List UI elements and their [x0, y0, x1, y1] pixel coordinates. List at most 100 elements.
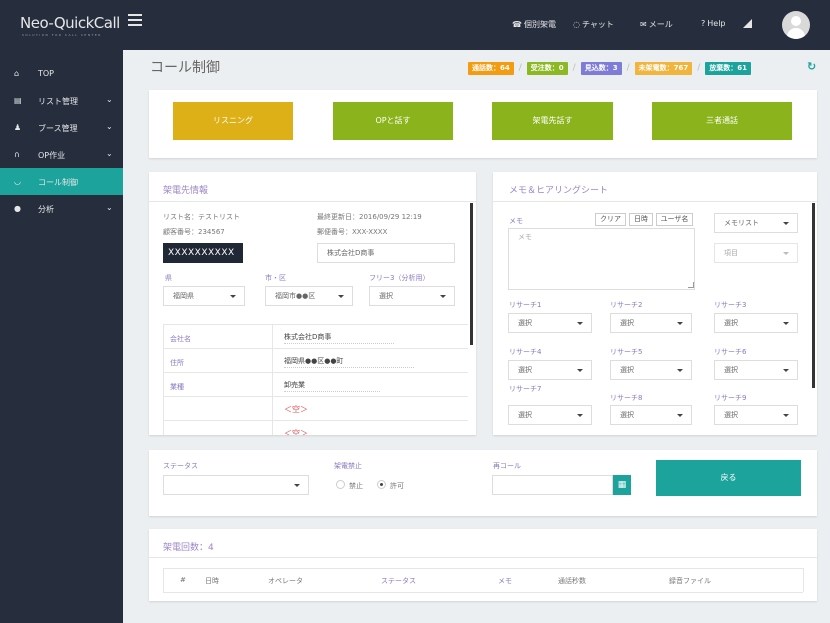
postal-code: 郵便番号：XXX-XXXX	[317, 228, 388, 236]
research-6-select[interactable]: 選択	[714, 360, 798, 380]
signal-icon	[743, 19, 752, 28]
list-icon: ▤	[14, 96, 22, 105]
memo-panel	[493, 172, 817, 435]
resize-handle-icon[interactable]	[688, 282, 694, 288]
three-way-button[interactable]: 三者通話	[652, 102, 792, 140]
page-title: コール制御	[150, 60, 220, 76]
status-label: ステータス	[163, 462, 198, 470]
chevron-down-icon: ⌄	[106, 203, 113, 212]
city-select[interactable]: 福岡市●●区	[265, 286, 353, 306]
research-1-select[interactable]: 選択	[508, 313, 592, 333]
item-select[interactable]: 項目	[714, 243, 798, 263]
sidebar-item-top[interactable]: ⌂ TOP	[0, 60, 123, 87]
pie-chart-icon: ●	[14, 204, 21, 213]
stat-abandoned: 放棄数：61	[705, 62, 752, 75]
research-5-label: リサーチ5	[610, 348, 643, 356]
research-9-label: リサーチ9	[714, 394, 747, 402]
call-ban-label: 架電禁止	[334, 462, 362, 470]
research-8-label: リサーチ8	[610, 394, 643, 402]
memo-label: メモ	[509, 217, 523, 225]
stat-calls: 通話数：64	[468, 62, 514, 75]
sidebar-item-analysis[interactable]: ● 分析 ⌄	[0, 195, 123, 222]
back-button[interactable]: 戻る	[656, 460, 801, 496]
free-select[interactable]: 選択	[369, 286, 455, 306]
city-label: 市・区	[265, 274, 286, 282]
table-row-value: ＜空＞	[284, 405, 308, 414]
sidebar-item-booth[interactable]: ♟ ブース管理 ⌄	[0, 114, 123, 141]
research-4-select[interactable]: 選択	[508, 360, 592, 380]
column-header: 録音ファイル	[669, 577, 711, 585]
logo-text: Neo-QuickCall	[20, 14, 120, 32]
research-5-select[interactable]: 選択	[610, 360, 692, 380]
sidebar: ⌂ TOP ▤ リスト管理 ⌄ ♟ ブース管理 ⌄ ∩ OP作业 ⌄ ◡ コール…	[0, 50, 123, 623]
table-row-key: 業種	[170, 383, 184, 391]
research-2-label: リサーチ2	[610, 301, 643, 309]
nav-chat[interactable]: ◌ チャット	[573, 19, 614, 30]
free-label: フリー3（分析用）	[369, 274, 430, 282]
memo-textarea[interactable]: メモ	[508, 228, 695, 290]
action-panel: リスニング OPと話す 架電先話す 三者通話	[149, 90, 817, 158]
clear-button[interactable]: クリア	[595, 213, 626, 226]
recall-date-input[interactable]	[492, 475, 613, 495]
help-icon: ?	[701, 19, 706, 28]
research-2-select[interactable]: 選択	[610, 313, 692, 333]
refresh-icon[interactable]: ↻	[807, 60, 816, 73]
table-row-value: 株式会社D商事	[284, 333, 332, 341]
research-9-select[interactable]: 選択	[714, 405, 798, 425]
list-name: リスト名：テストリスト	[163, 213, 240, 221]
stat-prospects: 見込数：3	[580, 62, 622, 75]
nav-mail[interactable]: ✉ メール	[640, 19, 673, 30]
column-header: 日時	[205, 577, 219, 585]
username-button[interactable]: ユーザ名	[656, 213, 693, 226]
research-7-select[interactable]: 選択	[508, 405, 592, 425]
ban-on-radio[interactable]	[377, 480, 386, 489]
chevron-down-icon: ⌄	[106, 149, 113, 158]
research-3-label: リサーチ3	[714, 301, 747, 309]
sidebar-item-op[interactable]: ∩ OP作业 ⌄	[0, 141, 123, 168]
table-row-value: 卸売業	[284, 381, 305, 389]
column-header: ステータス	[381, 577, 416, 585]
status-select[interactable]	[163, 475, 309, 495]
avatar[interactable]	[782, 11, 810, 39]
logo-subtitle: SOLUTION FOR CALL CENTER	[22, 33, 102, 37]
table-row-value: 福岡県●●区●●町	[284, 357, 344, 365]
column-header: オペレータ	[268, 577, 303, 585]
chat-icon: ◌	[573, 20, 580, 29]
headset-icon: ◡	[14, 177, 21, 186]
research-1-label: リサーチ1	[509, 301, 542, 309]
company-name-input[interactable]: 株式会社D商事	[317, 243, 455, 263]
headset-icon: ∩	[14, 150, 20, 159]
ban-off-radio[interactable]	[336, 480, 345, 489]
menu-toggle-icon[interactable]	[128, 14, 142, 26]
ban-on-label: 許可	[390, 482, 404, 490]
research-3-select[interactable]: 選択	[714, 313, 798, 333]
memo-list-select[interactable]: メモリスト	[714, 213, 798, 233]
table-row-key: 会社名	[170, 335, 191, 343]
nav-help[interactable]: ? Help	[701, 19, 726, 28]
callee-scrollbar[interactable]	[470, 203, 473, 345]
chevron-down-icon: ⌄	[106, 95, 113, 104]
mail-icon: ✉	[640, 20, 647, 29]
history-panel	[149, 529, 817, 601]
phone-icon: ☎	[512, 20, 522, 29]
talk-callee-button[interactable]: 架電先話す	[492, 102, 613, 140]
pref-select[interactable]: 福岡県	[163, 286, 245, 306]
memo-scrollbar[interactable]	[812, 203, 815, 388]
sidebar-item-call-control[interactable]: ◡ コール制御	[0, 168, 123, 195]
datetime-button[interactable]: 日時	[629, 213, 653, 226]
stat-orders: 受注数：0	[526, 62, 568, 75]
talk-op-button[interactable]: OPと話す	[333, 102, 453, 140]
research-8-select[interactable]: 選択	[610, 405, 692, 425]
top-bar: Neo-QuickCall SOLUTION FOR CALL CENTER ☎…	[0, 0, 830, 50]
calendar-icon[interactable]: ▦	[613, 475, 631, 495]
table-row-value: ＜空＞	[284, 429, 308, 435]
research-7-label: リサーチ7	[509, 385, 542, 393]
column-header: メモ	[498, 577, 512, 585]
stats-bar: 通話数：64/受注数：0/見込数：3/未架電数：767/放棄数：61	[468, 62, 752, 76]
nav-individual-call[interactable]: ☎ 個別架電	[512, 19, 556, 30]
table-row-key: 住所	[170, 359, 184, 367]
sidebar-item-list[interactable]: ▤ リスト管理 ⌄	[0, 87, 123, 114]
logo[interactable]: Neo-QuickCall SOLUTION FOR CALL CENTER	[20, 14, 120, 37]
listening-button[interactable]: リスニング	[173, 102, 293, 140]
pref-label: 県	[165, 274, 172, 282]
